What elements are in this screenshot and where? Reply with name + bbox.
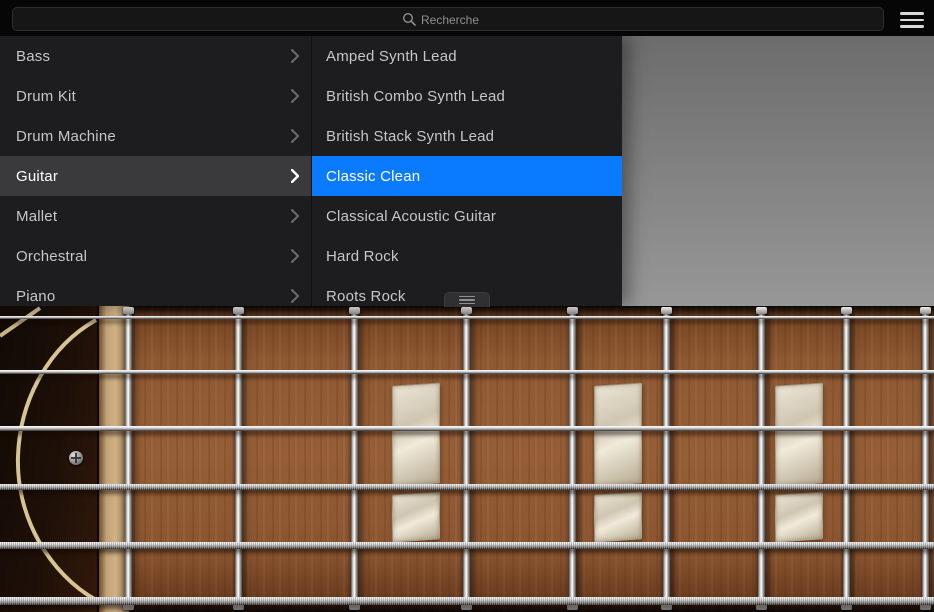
guitar-string-1[interactable] <box>0 316 934 319</box>
fret-wire <box>235 312 242 606</box>
fret-marker-inlay <box>775 491 823 542</box>
browser-columns: Bass Drum Kit Drum Machine <box>0 36 622 306</box>
fret-end <box>920 307 931 314</box>
preset-hard-rock[interactable]: Hard Rock <box>312 236 622 276</box>
drawer-handle[interactable] <box>444 292 490 307</box>
fret-marker-inlay <box>392 382 440 486</box>
chevron-right-icon <box>291 249 299 263</box>
guitar-string-3[interactable] <box>0 426 934 431</box>
category-drum-kit[interactable]: Drum Kit <box>0 76 311 116</box>
category-orchestral[interactable]: Orchestral <box>0 236 311 276</box>
guitar-string-4[interactable] <box>0 484 934 490</box>
fret-end <box>349 307 360 314</box>
preset-list: Amped Synth Lead British Combo Synth Lea… <box>311 36 622 306</box>
category-piano[interactable]: Piano <box>0 276 311 306</box>
category-drum-machine[interactable]: Drum Machine <box>0 116 311 156</box>
category-mallet[interactable]: Mallet <box>0 196 311 236</box>
chevron-right-icon <box>291 49 299 63</box>
preset-amped-synth-lead[interactable]: Amped Synth Lead <box>312 36 622 76</box>
fret-wire <box>351 312 358 606</box>
fret-wire <box>463 312 470 606</box>
search-input[interactable] <box>13 8 887 32</box>
chevron-right-icon <box>291 169 299 183</box>
fret-marker-inlay <box>392 491 440 542</box>
chevron-right-icon <box>291 89 299 103</box>
fret-end <box>123 307 134 314</box>
preset-british-stack-synth-lead[interactable]: British Stack Synth Lead <box>312 116 622 156</box>
background-wall <box>622 36 934 306</box>
chevron-right-icon <box>291 289 299 303</box>
preset-classic-clean[interactable]: Classic Clean <box>312 156 622 196</box>
fret-end <box>233 307 244 314</box>
top-bar <box>0 0 934 36</box>
guitar-string-2[interactable] <box>0 370 934 374</box>
chevron-right-icon <box>291 129 299 143</box>
menu-icon[interactable] <box>900 12 924 28</box>
fret-end <box>756 307 767 314</box>
preset-classical-acoustic-guitar[interactable]: Classical Acoustic Guitar <box>312 196 622 236</box>
fret-marker-inlay <box>594 491 642 542</box>
fret-marker-inlay <box>775 382 823 486</box>
search-field[interactable] <box>12 7 884 31</box>
fret-wire <box>843 312 850 606</box>
fret-end <box>567 307 578 314</box>
guitar-body-edge <box>0 306 97 612</box>
fret-end <box>841 307 852 314</box>
preset-british-combo-synth-lead[interactable]: British Combo Synth Lead <box>312 76 622 116</box>
guitar-string-6[interactable] <box>0 597 934 605</box>
fret-wire <box>125 312 132 606</box>
fret-wire <box>663 312 670 606</box>
category-guitar[interactable]: Guitar <box>0 156 311 196</box>
fret-wire <box>758 312 765 606</box>
fret-end <box>461 307 472 314</box>
guitar-fretboard[interactable] <box>0 306 934 612</box>
guitar-string-5[interactable] <box>0 542 934 549</box>
sound-browser: Bass Drum Kit Drum Machine <box>0 36 622 306</box>
screw-icon <box>69 451 83 465</box>
fret-end <box>661 307 672 314</box>
fret-wire <box>922 312 929 606</box>
fret-wire <box>569 312 576 606</box>
category-list: Bass Drum Kit Drum Machine <box>0 36 311 306</box>
category-bass[interactable]: Bass <box>0 36 311 76</box>
chevron-right-icon <box>291 209 299 223</box>
fret-marker-inlay <box>594 382 642 486</box>
garageband-app: Bass Drum Kit Drum Machine <box>0 0 934 612</box>
